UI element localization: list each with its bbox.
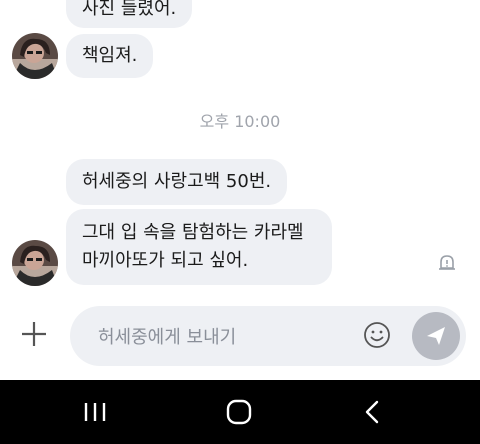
message-bubble[interactable]: 그대 입 속을 탐험하는 카라멜 마끼아또가 되고 싶어.	[66, 209, 332, 285]
plus-icon[interactable]	[16, 316, 52, 352]
message-input-field[interactable]	[70, 306, 466, 368]
back-icon[interactable]	[356, 395, 390, 429]
message-bubble[interactable]: 책임져.	[66, 34, 154, 78]
message-bubble[interactable]: 사진 들렸어.	[66, 0, 193, 28]
timestamp: 오후 10:00	[199, 112, 281, 131]
chat-area: 사진 들렸어. 책임져. 오후 10:00 허세중의 사랑고백 50번. 그대 …	[0, 0, 480, 300]
avatar[interactable]	[12, 33, 58, 79]
home-icon[interactable]	[222, 395, 256, 429]
emoji-icon[interactable]	[362, 320, 392, 350]
message-text: 사진 들렸어.	[82, 0, 177, 19]
alert-bell-icon[interactable]	[436, 252, 458, 274]
message-bubble[interactable]: 허세중의 사랑고백 50번.	[66, 159, 288, 205]
message-text: 그대 입 속을 탐험하는 카라멜 마끼아또가 되고 싶어.	[82, 222, 304, 271]
message-text: 허세중의 사랑고백 50번.	[82, 171, 272, 192]
avatar[interactable]	[12, 240, 58, 286]
recents-icon[interactable]	[78, 395, 112, 429]
message-text: 책임져.	[82, 45, 138, 66]
message-input[interactable]	[96, 306, 350, 368]
send-button[interactable]	[412, 312, 460, 360]
send-icon	[427, 327, 445, 345]
system-navigation-bar	[0, 380, 480, 444]
